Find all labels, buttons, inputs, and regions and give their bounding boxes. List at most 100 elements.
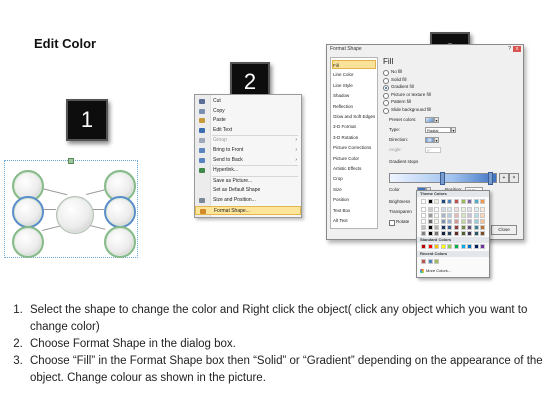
theme-color-swatch[interactable]: [427, 225, 433, 230]
theme-color-swatch[interactable]: [480, 199, 486, 204]
theme-color-swatch[interactable]: [473, 225, 479, 230]
theme-color-swatch[interactable]: [421, 231, 426, 236]
chevron-down-icon[interactable]: ▾: [434, 137, 439, 143]
rotate-checkbox[interactable]: [389, 220, 395, 226]
menu-item-paste[interactable]: Paste: [195, 116, 301, 125]
recent-color-swatch[interactable]: [421, 259, 426, 264]
theme-color-swatch[interactable]: [460, 199, 466, 204]
theme-color-swatch[interactable]: [460, 231, 466, 236]
theme-color-swatch[interactable]: [421, 213, 426, 218]
rotate-handle[interactable]: [68, 158, 74, 164]
close-icon[interactable]: x: [513, 46, 521, 52]
theme-color-swatch[interactable]: [454, 213, 459, 218]
add-stop-icon[interactable]: +: [499, 173, 509, 183]
menu-item-format-shape[interactable]: Format Shape...: [195, 205, 301, 215]
category-line-color[interactable]: Line Color: [333, 70, 375, 79]
menu-item-size-and-position[interactable]: Size and Position...: [195, 196, 301, 205]
standard-color-swatch[interactable]: [473, 244, 479, 249]
gradient-stops-bar[interactable]: [389, 172, 497, 185]
theme-color-swatch[interactable]: [434, 207, 440, 212]
theme-color-swatch[interactable]: [473, 213, 479, 218]
standard-color-swatch[interactable]: [447, 244, 453, 249]
theme-color-swatch[interactable]: [440, 199, 446, 204]
menu-item-send-to-back[interactable]: Send to Back ›: [195, 156, 301, 165]
menu-item-edit-text[interactable]: Edit Text: [195, 126, 301, 135]
theme-color-swatch[interactable]: [467, 199, 473, 204]
direction-button[interactable]: [425, 137, 434, 143]
theme-color-swatch[interactable]: [434, 225, 440, 230]
theme-color-swatch[interactable]: [480, 213, 486, 218]
theme-color-swatch[interactable]: [427, 207, 433, 212]
standard-color-swatch[interactable]: [454, 244, 459, 249]
menu-item-copy[interactable]: Copy: [195, 107, 301, 116]
standard-color-swatch[interactable]: [421, 244, 426, 249]
menu-item-group[interactable]: Group ›: [195, 136, 301, 145]
theme-color-swatch[interactable]: [440, 231, 446, 236]
theme-color-swatch[interactable]: [473, 219, 479, 224]
category-picture-corrections[interactable]: Picture Corrections: [333, 143, 375, 152]
category-alt-text[interactable]: Alt Text: [333, 216, 375, 225]
theme-color-swatch[interactable]: [460, 207, 466, 212]
more-colors-link[interactable]: More Colors...: [420, 268, 451, 273]
category-line-style[interactable]: Line Style: [333, 81, 375, 90]
recent-color-swatch[interactable]: [427, 259, 433, 264]
theme-color-swatch[interactable]: [434, 213, 440, 218]
help-icon[interactable]: ?: [508, 46, 511, 52]
theme-color-swatch[interactable]: [460, 213, 466, 218]
gradient-stop-handle[interactable]: [440, 172, 445, 185]
theme-color-swatch[interactable]: [467, 213, 473, 218]
theme-color-swatch[interactable]: [427, 199, 433, 204]
angle-input[interactable]: 0°: [425, 147, 441, 153]
radio-button[interactable]: [383, 107, 389, 114]
theme-color-swatch[interactable]: [447, 225, 453, 230]
category-fill[interactable]: Fill: [332, 60, 376, 69]
theme-color-swatch[interactable]: [467, 207, 473, 212]
category-3-d-rotation[interactable]: 3-D Rotation: [333, 133, 375, 142]
theme-color-swatch[interactable]: [447, 213, 453, 218]
standard-color-swatch[interactable]: [460, 244, 466, 249]
center-circle-shape[interactable]: [56, 196, 94, 234]
category-size[interactable]: Size: [333, 185, 375, 194]
circle-shape-selected[interactable]: [104, 196, 136, 228]
radio-button[interactable]: [383, 85, 389, 91]
category-reflection[interactable]: Reflection: [333, 102, 375, 111]
theme-color-swatch[interactable]: [421, 199, 426, 204]
theme-color-swatch[interactable]: [421, 207, 426, 212]
circle-shape[interactable]: [12, 226, 44, 258]
theme-color-swatch[interactable]: [440, 213, 446, 218]
theme-color-swatch[interactable]: [427, 219, 433, 224]
standard-color-swatch[interactable]: [427, 244, 433, 249]
standard-color-swatch[interactable]: [434, 244, 440, 249]
chevron-down-icon[interactable]: ▾: [451, 127, 456, 133]
chevron-down-icon[interactable]: ▾: [434, 117, 439, 123]
theme-color-swatch[interactable]: [434, 219, 440, 224]
close-button[interactable]: Close: [491, 225, 517, 235]
theme-color-swatch[interactable]: [480, 225, 486, 230]
category-glow-and-soft-edges[interactable]: Glow and Soft Edges: [333, 112, 375, 121]
theme-color-swatch[interactable]: [460, 219, 466, 224]
radio-button[interactable]: [383, 100, 389, 106]
theme-color-swatch[interactable]: [427, 213, 433, 218]
theme-color-swatch[interactable]: [480, 207, 486, 212]
theme-color-swatch[interactable]: [447, 207, 453, 212]
menu-item-save-as-picture[interactable]: Save as Picture...: [195, 177, 301, 186]
theme-color-swatch[interactable]: [447, 231, 453, 236]
theme-color-swatch[interactable]: [480, 231, 486, 236]
theme-color-swatch[interactable]: [434, 199, 440, 204]
circle-shape-selected[interactable]: [12, 196, 44, 228]
theme-color-swatch[interactable]: [467, 225, 473, 230]
theme-color-swatch[interactable]: [454, 231, 459, 236]
standard-color-swatch[interactable]: [467, 244, 473, 249]
theme-color-swatch[interactable]: [460, 225, 466, 230]
menu-item-cut[interactable]: Cut: [195, 97, 301, 106]
theme-color-swatch[interactable]: [434, 231, 440, 236]
category-text-box[interactable]: Text Box: [333, 206, 375, 215]
radio-button[interactable]: [383, 92, 389, 99]
theme-color-swatch[interactable]: [427, 231, 433, 236]
theme-color-swatch[interactable]: [447, 199, 453, 204]
category-3-d-format[interactable]: 3-D Format: [333, 122, 375, 131]
theme-color-swatch[interactable]: [421, 225, 426, 230]
remove-stop-icon[interactable]: ×: [509, 173, 519, 183]
category-artistic-effects[interactable]: Artistic Effects: [333, 164, 375, 173]
theme-color-swatch[interactable]: [454, 207, 459, 212]
